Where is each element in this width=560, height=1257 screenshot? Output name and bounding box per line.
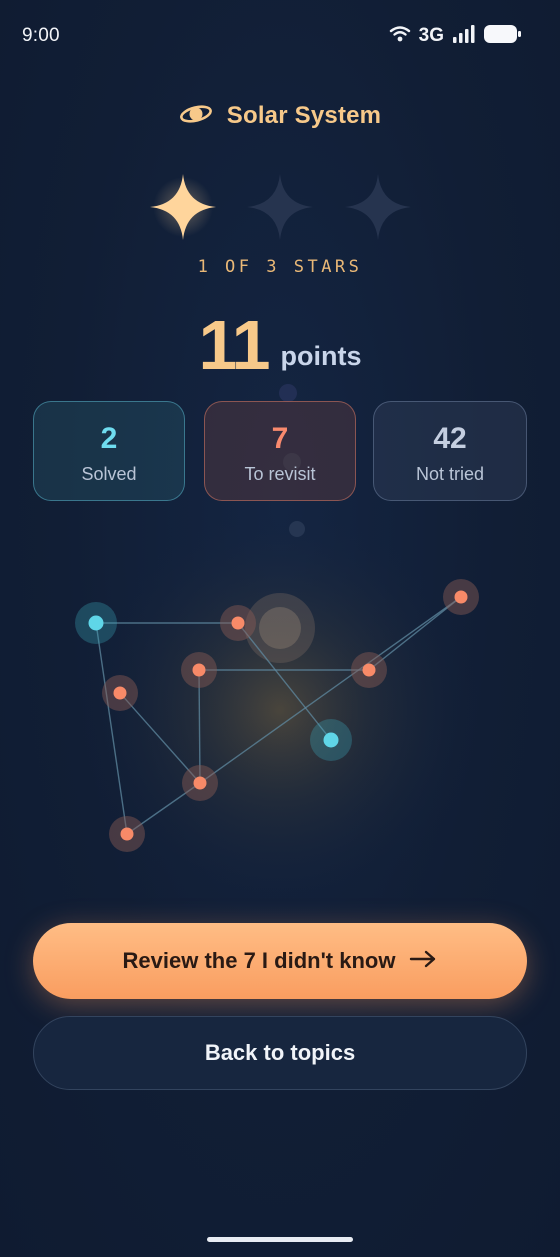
network-type: 3G: [418, 25, 444, 46]
node-revisit: [220, 605, 256, 641]
star-empty-icon: [247, 174, 313, 240]
wifi-icon: [389, 25, 411, 48]
star-rating: [0, 170, 560, 244]
status-bar: 9:00 3G: [0, 0, 560, 72]
arrow-right-icon: [409, 950, 437, 973]
status-time: 9:00: [22, 25, 60, 46]
orbit-dot: [279, 384, 297, 402]
node-revisit: [351, 652, 387, 688]
node-revisit: [182, 765, 218, 801]
star-earned-icon: [150, 174, 216, 240]
stat-value: 2: [100, 422, 118, 455]
review-missed-label: Review the 7 I didn't know: [122, 948, 396, 973]
stars-caption: 1 OF 3 STARS: [197, 257, 363, 277]
node-revisit: [109, 816, 145, 852]
score-value: 11: [198, 306, 271, 384]
status-indicators: 3G: [389, 24, 522, 48]
signal-icon: [452, 24, 476, 48]
sun-core: [259, 607, 301, 649]
orbit-dot: [289, 521, 305, 537]
review-missed-button[interactable]: Review the 7 I didn't know: [33, 923, 527, 999]
score: 11 points: [0, 302, 560, 382]
stat-value: 7: [271, 422, 289, 455]
battery-icon: [484, 24, 522, 49]
stat-card-not-tried: 42 Not tried: [373, 401, 527, 501]
planet-icon: [179, 102, 213, 131]
node-revisit: [102, 675, 138, 711]
back-to-topics-button[interactable]: Back to topics: [33, 1016, 527, 1090]
star-empty-icon: [345, 174, 411, 240]
results-screen: 9:00 3G Solar System 1 OF 3 STARS 11 poi…: [0, 0, 560, 1257]
stat-label: Not tried: [415, 464, 485, 484]
home-indicator[interactable]: [207, 1237, 353, 1242]
topic-title: Solar System: [226, 102, 382, 129]
stat-card-solved: 2 Solved: [33, 401, 185, 501]
back-to-topics-label: Back to topics: [204, 1040, 356, 1065]
node-revisit: [181, 652, 217, 688]
node-solved: [75, 602, 117, 644]
stat-label: To revisit: [244, 464, 316, 484]
score-unit: points: [280, 341, 362, 371]
node-solved: [310, 719, 352, 761]
stat-label: Solved: [81, 464, 137, 484]
stat-value: 42: [433, 422, 467, 455]
stat-card-revisit: 7 To revisit: [204, 401, 356, 501]
node-revisit: [443, 579, 479, 615]
topic-header: Solar System: [0, 96, 560, 136]
